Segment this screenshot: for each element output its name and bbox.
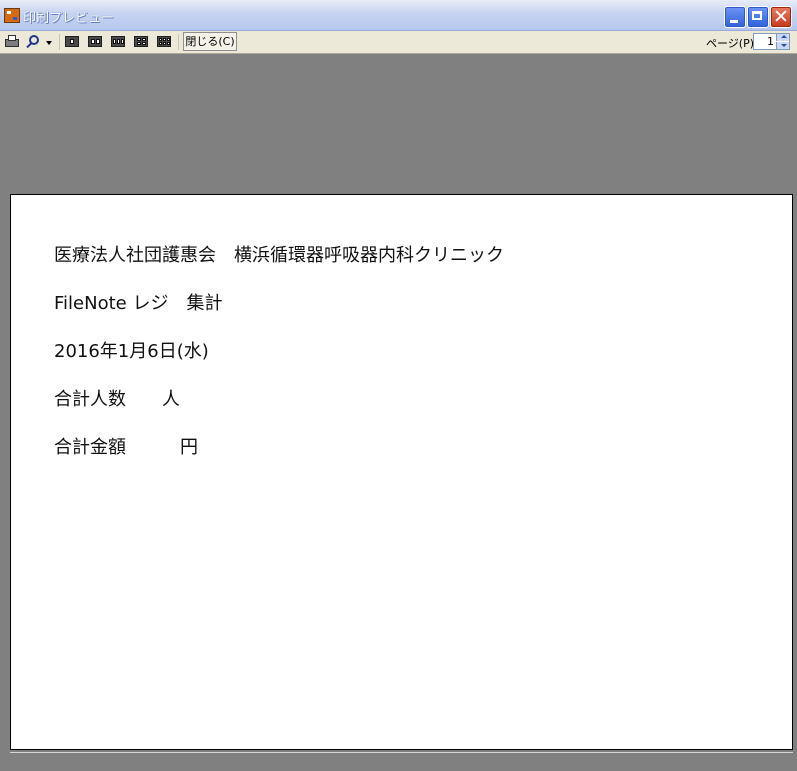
total-amount: 合計金額 円	[54, 437, 198, 458]
two-pages-icon[interactable]	[88, 36, 102, 47]
print-icon[interactable]	[4, 35, 20, 49]
three-pages-icon[interactable]	[111, 36, 125, 47]
six-pages-icon[interactable]	[157, 36, 171, 47]
toolbar-separator	[178, 34, 179, 50]
window-title: 印刷プレビュー	[23, 11, 115, 26]
page-shadow	[10, 752, 793, 753]
page-input[interactable]: 1	[754, 34, 776, 49]
spin-down-button[interactable]	[776, 42, 789, 49]
zoom-icon[interactable]	[25, 35, 41, 49]
chevron-down-icon[interactable]	[46, 41, 52, 45]
toolbar-separator	[59, 34, 60, 50]
close-button[interactable]: 閉じる(C)	[183, 32, 237, 51]
minimize-button[interactable]	[724, 6, 746, 28]
app-icon	[4, 8, 20, 23]
page-label: ページ(P)	[706, 37, 754, 50]
report-date: 2016年1月6日(水)	[54, 341, 209, 362]
minimize-icon	[730, 20, 738, 23]
spin-up-button[interactable]	[776, 34, 789, 41]
close-window-button[interactable]	[770, 6, 792, 28]
four-pages-icon[interactable]	[134, 36, 148, 47]
page-spinner[interactable]: 1	[753, 33, 790, 50]
clinic-name: 医療法人社団護惠会 横浜循環器呼吸器内科クリニック	[54, 245, 504, 266]
toolbar: 閉じる(C) ページ(P) 1	[0, 31, 797, 54]
title-bar: 印刷プレビュー	[0, 0, 797, 31]
report-title: FileNote レジ 集計	[54, 293, 223, 314]
maximize-button[interactable]	[747, 6, 769, 28]
maximize-icon	[752, 11, 762, 20]
print-page: 医療法人社団護惠会 横浜循環器呼吸器内科クリニック FileNote レジ 集計…	[10, 194, 793, 750]
close-icon	[773, 8, 789, 24]
one-page-icon[interactable]	[65, 36, 79, 47]
total-people: 合計人数 人	[54, 389, 180, 410]
